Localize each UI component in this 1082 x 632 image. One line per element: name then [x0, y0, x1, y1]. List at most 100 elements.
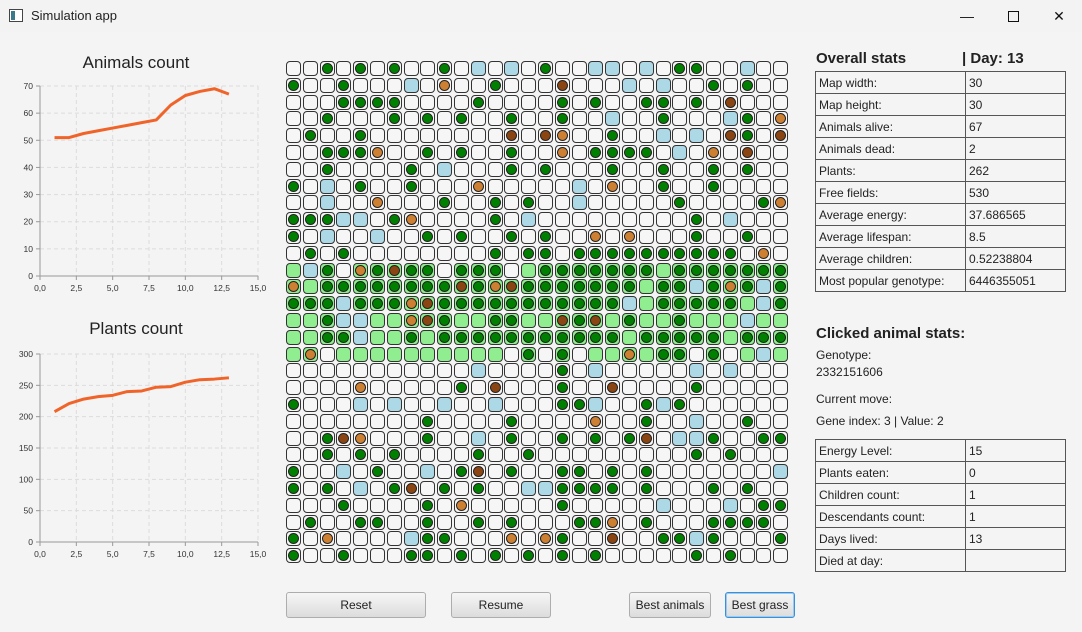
- plant-marker[interactable]: [775, 500, 786, 511]
- map-cell[interactable]: [504, 296, 519, 311]
- map-cell[interactable]: [471, 414, 486, 429]
- map-cell[interactable]: [353, 313, 368, 328]
- map-cell[interactable]: [336, 515, 351, 530]
- map-cell[interactable]: [639, 498, 654, 513]
- map-cell[interactable]: [521, 330, 536, 345]
- map-cell[interactable]: [303, 414, 318, 429]
- map-cell[interactable]: [572, 447, 587, 462]
- map-cell[interactable]: [420, 145, 435, 160]
- map-cell[interactable]: [286, 179, 301, 194]
- map-cell[interactable]: [773, 464, 788, 479]
- map-cell[interactable]: [420, 128, 435, 143]
- map-cell[interactable]: [521, 162, 536, 177]
- animal-marker[interactable]: [590, 231, 601, 242]
- map-cell[interactable]: [303, 179, 318, 194]
- map-cell[interactable]: [572, 347, 587, 362]
- plant-marker[interactable]: [506, 466, 517, 477]
- map-cell[interactable]: [320, 481, 335, 496]
- map-cell[interactable]: [521, 61, 536, 76]
- map-cell[interactable]: [656, 78, 671, 93]
- animal-marker[interactable]: [355, 433, 366, 444]
- plant-marker[interactable]: [523, 197, 534, 208]
- map-cell[interactable]: [622, 397, 637, 412]
- animal-marker[interactable]: [775, 113, 786, 124]
- map-cell[interactable]: [588, 481, 603, 496]
- map-cell[interactable]: [303, 481, 318, 496]
- plant-marker[interactable]: [288, 298, 299, 309]
- plant-marker[interactable]: [758, 265, 769, 276]
- plant-marker[interactable]: [355, 63, 366, 74]
- map-cell[interactable]: [588, 78, 603, 93]
- plant-marker[interactable]: [490, 315, 501, 326]
- animal-marker[interactable]: [557, 147, 568, 158]
- map-cell[interactable]: [538, 447, 553, 462]
- map-cell[interactable]: [303, 447, 318, 462]
- map-cell[interactable]: [488, 447, 503, 462]
- plant-marker[interactable]: [775, 332, 786, 343]
- map-cell[interactable]: [723, 498, 738, 513]
- map-cell[interactable]: [572, 111, 587, 126]
- map-cell[interactable]: [404, 330, 419, 345]
- plant-marker[interactable]: [590, 483, 601, 494]
- map-cell[interactable]: [689, 380, 704, 395]
- map-cell[interactable]: [639, 347, 654, 362]
- map-cell[interactable]: [437, 195, 452, 210]
- plant-marker[interactable]: [674, 281, 685, 292]
- map-cell[interactable]: [689, 195, 704, 210]
- map-cell[interactable]: [656, 111, 671, 126]
- animal-marker[interactable]: [406, 483, 417, 494]
- map-cell[interactable]: [320, 464, 335, 479]
- map-cell[interactable]: [773, 296, 788, 311]
- map-cell[interactable]: [353, 515, 368, 530]
- map-cell[interactable]: [471, 229, 486, 244]
- map-cell[interactable]: [504, 414, 519, 429]
- plant-marker[interactable]: [540, 248, 551, 259]
- plant-marker[interactable]: [338, 147, 349, 158]
- map-cell[interactable]: [404, 515, 419, 530]
- plant-marker[interactable]: [305, 298, 316, 309]
- map-cell[interactable]: [336, 481, 351, 496]
- map-cell[interactable]: [656, 263, 671, 278]
- map-cell[interactable]: [370, 212, 385, 227]
- plant-marker[interactable]: [372, 517, 383, 528]
- map-cell[interactable]: [555, 481, 570, 496]
- map-cell[interactable]: [706, 431, 721, 446]
- map-cell[interactable]: [504, 246, 519, 261]
- close-button[interactable]: ✕: [1036, 0, 1082, 32]
- map-cell[interactable]: [404, 481, 419, 496]
- map-cell[interactable]: [572, 128, 587, 143]
- plant-marker[interactable]: [742, 80, 753, 91]
- map-cell[interactable]: [672, 263, 687, 278]
- map-cell[interactable]: [471, 111, 486, 126]
- map-cell[interactable]: [672, 447, 687, 462]
- plant-marker[interactable]: [456, 113, 467, 124]
- map-cell[interactable]: [605, 330, 620, 345]
- map-cell[interactable]: [756, 162, 771, 177]
- map-cell[interactable]: [471, 246, 486, 261]
- map-cell[interactable]: [353, 481, 368, 496]
- map-cell[interactable]: [622, 363, 637, 378]
- plant-marker[interactable]: [641, 483, 652, 494]
- map-cell[interactable]: [555, 313, 570, 328]
- map-cell[interactable]: [387, 447, 402, 462]
- map-cell[interactable]: [723, 347, 738, 362]
- plant-marker[interactable]: [372, 97, 383, 108]
- plant-marker[interactable]: [355, 298, 366, 309]
- plant-marker[interactable]: [490, 298, 501, 309]
- map-cell[interactable]: [454, 313, 469, 328]
- map-cell[interactable]: [572, 380, 587, 395]
- map-cell[interactable]: [572, 414, 587, 429]
- map-cell[interactable]: [353, 330, 368, 345]
- plant-marker[interactable]: [708, 248, 719, 259]
- map-cell[interactable]: [639, 548, 654, 563]
- map-cell[interactable]: [471, 313, 486, 328]
- map-cell[interactable]: [588, 263, 603, 278]
- map-cell[interactable]: [387, 481, 402, 496]
- map-cell[interactable]: [588, 246, 603, 261]
- map-cell[interactable]: [706, 263, 721, 278]
- map-cell[interactable]: [387, 279, 402, 294]
- map-cell[interactable]: [756, 179, 771, 194]
- plant-marker[interactable]: [708, 164, 719, 175]
- plant-marker[interactable]: [288, 483, 299, 494]
- map-cell[interactable]: [756, 431, 771, 446]
